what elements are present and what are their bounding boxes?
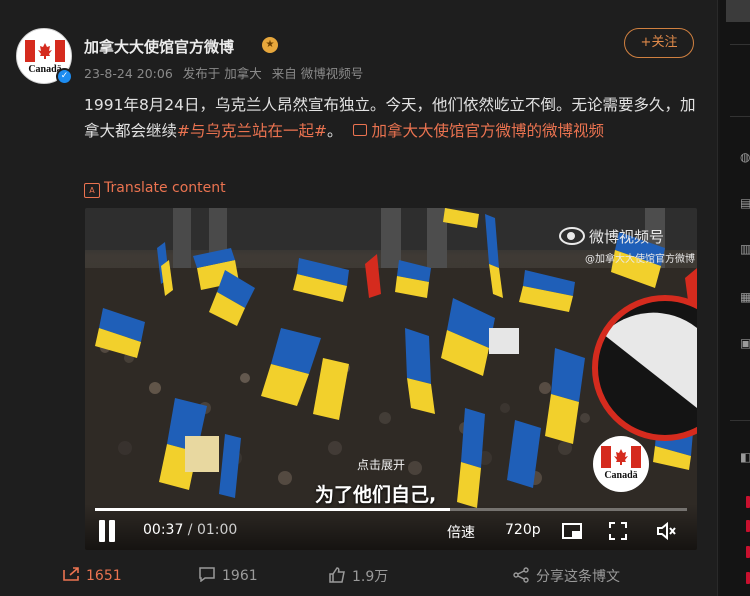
verified-icon: ✓	[56, 68, 73, 85]
hot-marker-icon	[746, 546, 750, 558]
hot-marker-icon	[746, 572, 750, 584]
quality-button[interactable]: 720p	[505, 522, 541, 538]
hot-marker-icon	[746, 496, 750, 508]
sidebar-divider	[730, 44, 750, 45]
shield-icon[interactable]: ◍	[740, 150, 750, 164]
progress-fill	[95, 508, 451, 511]
follow-button[interactable]: +关注	[624, 28, 694, 58]
time-separator: /	[183, 522, 197, 538]
fullscreen-icon[interactable]	[607, 520, 629, 542]
translate-label: Translate content	[104, 180, 226, 196]
watermark-label: 微博视频号	[589, 228, 665, 246]
right-sidebar: ◍ ▤ ▥ ▦ ▣ ◧	[720, 0, 750, 596]
link-icon[interactable]: ◧	[740, 450, 750, 464]
repost-button[interactable]: 1651	[62, 566, 122, 584]
pause-icon	[109, 520, 115, 542]
volume-icon[interactable]	[655, 520, 677, 542]
pause-icon	[99, 520, 105, 542]
speed-button[interactable]: 倍速	[447, 522, 475, 542]
comment-button[interactable]: 1961	[198, 566, 258, 584]
share-nodes-icon	[512, 567, 530, 585]
share-icon	[62, 566, 80, 584]
grid-icon[interactable]: ▦	[740, 290, 750, 304]
translate-icon: A	[84, 183, 100, 198]
share-to-label: 分享这条博文	[536, 569, 620, 585]
post-source[interactable]: 来自 微博视频号	[272, 66, 363, 81]
current-time: 00:37	[143, 522, 184, 538]
video-player[interactable]: 微博视频号 @加拿大大使馆官方微博 Canadä 点击展开 为了他们自己, 00…	[85, 208, 697, 550]
sidebar-divider	[730, 116, 750, 117]
weibo-logo-icon	[559, 227, 585, 245]
video-watermark: 微博视频号	[559, 226, 664, 247]
canada-flag-icon	[601, 446, 641, 468]
post-text-end: 。	[327, 122, 343, 140]
weibo-post-card: Canadä ✓ 加拿大大使馆官方微博 ★ 23-8-24 20:06 发布于 …	[0, 0, 718, 596]
time-display: 00:37 / 01:00	[143, 522, 237, 538]
post-date[interactable]: 23-8-24 20:06	[84, 66, 173, 81]
settings-icon[interactable]: ▣	[740, 336, 750, 350]
sidebar-divider	[730, 420, 750, 421]
share-to-button[interactable]: 分享这条博文	[512, 566, 620, 586]
list-icon[interactable]: ▥	[740, 242, 750, 256]
video-subtitle: 为了他们自己,	[315, 484, 437, 506]
pause-button[interactable]	[97, 520, 117, 542]
badge-label: Canadä	[604, 470, 638, 481]
video-link-icon	[353, 124, 368, 136]
progress-bar[interactable]	[95, 508, 687, 511]
expand-hint[interactable]: 点击展开	[357, 456, 405, 473]
action-bar: 1651 1961 1.9万 分享这条博文	[0, 560, 718, 590]
medal-icon[interactable]: ★	[262, 37, 278, 53]
video-watermark-sub: @加拿大大使馆官方微博	[585, 254, 695, 265]
thumbs-up-icon	[328, 567, 346, 585]
post-text: 1991年8月24日，乌克兰人昂然宣布独立。今天，他们依然屹立不倒。无论需要多久…	[84, 92, 698, 144]
hot-marker-icon	[746, 520, 750, 532]
username[interactable]: 加拿大大使馆官方微博	[84, 36, 234, 57]
bookmark-icon[interactable]: ▤	[740, 196, 750, 210]
like-count: 1.9万	[352, 569, 389, 585]
comment-count: 1961	[222, 568, 258, 584]
post-location: 发布于 加拿大	[182, 66, 262, 81]
post-meta: 23-8-24 20:06 发布于 加拿大 来自 微博视频号	[84, 63, 369, 82]
pip-icon[interactable]	[561, 520, 583, 542]
video-link[interactable]: 加拿大大使馆官方微博的微博视频	[347, 122, 604, 140]
like-button[interactable]: 1.9万	[328, 566, 388, 586]
total-time: 01:00	[196, 522, 238, 538]
canada-badge: Canadä	[593, 436, 649, 492]
repost-count: 1651	[86, 568, 122, 584]
hashtag-link[interactable]: #与乌克兰站在一起#	[177, 122, 327, 140]
sidebar-thumbnail[interactable]	[726, 0, 750, 22]
video-link-label: 加拿大大使馆官方微博的微博视频	[371, 122, 604, 140]
translate-button[interactable]: A Translate content	[84, 180, 226, 198]
comment-icon	[198, 566, 216, 584]
